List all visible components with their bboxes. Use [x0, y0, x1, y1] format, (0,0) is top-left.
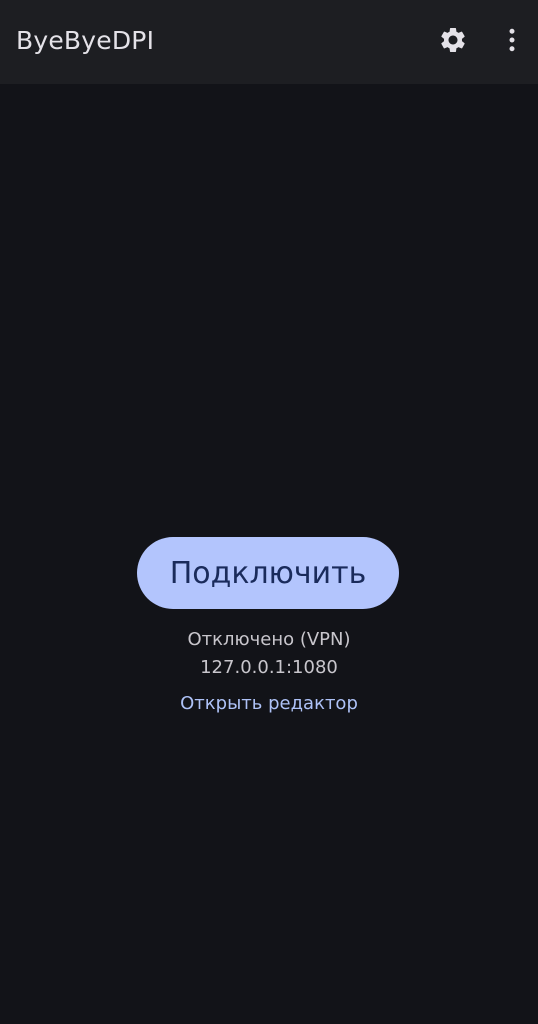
app-screen: ByeByeDPI Подключить Отключено (VPN) 127… [0, 0, 538, 1024]
proxy-address: 127.0.0.1:1080 [200, 657, 338, 678]
main-content: Подключить Отключено (VPN) 127.0.0.1:108… [0, 84, 538, 1024]
top-app-bar: ByeByeDPI [0, 0, 538, 84]
connect-button[interactable]: Подключить [137, 537, 399, 609]
connection-status: Отключено (VPN) [187, 629, 351, 650]
more-vert-icon [509, 28, 515, 52]
gear-icon [441, 27, 465, 52]
app-title: ByeByeDPI [16, 26, 155, 55]
overflow-menu-button[interactable] [488, 14, 536, 66]
settings-button[interactable] [429, 14, 477, 66]
open-editor-link[interactable]: Открыть редактор [0, 691, 538, 717]
